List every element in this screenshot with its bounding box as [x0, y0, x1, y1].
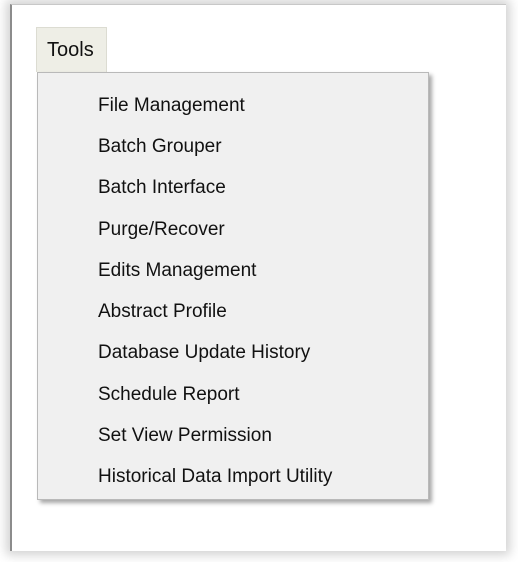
screenshot-canvas: Tools File Management Batch Grouper Batc…	[0, 0, 518, 562]
menu-item-label: Database Update History	[98, 342, 311, 364]
menu-item-set-view-permission[interactable]: Set View Permission	[38, 415, 428, 456]
menu-item-label: File Management	[98, 94, 245, 116]
tools-menu-list: File Management Batch Grouper Batch Inte…	[38, 73, 428, 498]
menu-tools[interactable]: Tools	[36, 27, 107, 72]
menu-item-label: Schedule Report	[98, 383, 240, 405]
menu-item-label: Historical Data Import Utility	[98, 466, 333, 488]
menu-item-label: Purge/Recover	[98, 218, 225, 240]
menu-item-file-management[interactable]: File Management	[38, 85, 428, 126]
menu-item-label: Set View Permission	[98, 425, 272, 447]
menu-item-label: Batch Interface	[98, 177, 226, 199]
menu-item-schedule-report[interactable]: Schedule Report	[38, 374, 428, 415]
menu-item-batch-interface[interactable]: Batch Interface	[38, 168, 428, 209]
menu-item-label: Abstract Profile	[98, 301, 227, 323]
application-window: Tools File Management Batch Grouper Batc…	[10, 4, 506, 551]
menu-item-edits-management[interactable]: Edits Management	[38, 250, 428, 291]
menu-item-purge-recover[interactable]: Purge/Recover	[38, 209, 428, 250]
menu-item-abstract-profile[interactable]: Abstract Profile	[38, 291, 428, 332]
menu-item-label: Edits Management	[98, 259, 257, 281]
menu-item-batch-grouper[interactable]: Batch Grouper	[38, 126, 428, 167]
menu-tools-label: Tools	[47, 38, 94, 61]
menu-bar: Tools	[12, 5, 506, 73]
menu-item-historical-data-import-utility[interactable]: Historical Data Import Utility	[38, 457, 428, 498]
tools-dropdown-menu: File Management Batch Grouper Batch Inte…	[37, 72, 429, 500]
menu-item-database-update-history[interactable]: Database Update History	[38, 333, 428, 374]
menu-item-label: Batch Grouper	[98, 135, 222, 157]
